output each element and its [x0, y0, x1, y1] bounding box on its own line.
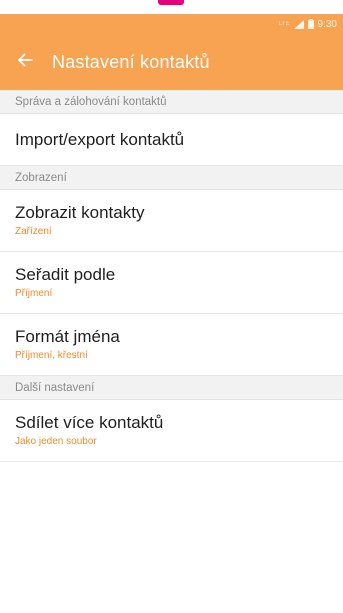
- battery-icon: [307, 19, 314, 29]
- list-item-sort-by[interactable]: Seřadit podle Příjmení: [0, 252, 343, 314]
- list-item-title: Seřadit podle: [15, 265, 116, 284]
- settings-list: Správa a zálohování kontaktů Import/expo…: [0, 90, 343, 462]
- network-type: LTE: [278, 21, 290, 27]
- section-header-display: Zobrazení: [0, 166, 343, 190]
- app-bar: Nastavení kontaktů: [0, 34, 343, 90]
- list-item-name-format[interactable]: Formát jména Příjmení, křestní: [0, 314, 343, 376]
- pink-marker: [158, 0, 184, 5]
- list-item-title: Zobrazit kontakty: [15, 203, 145, 222]
- screen: LTE 9:30 Nastavení kontaktů Správa a zál…: [0, 0, 343, 613]
- back-button[interactable]: [10, 47, 40, 77]
- arrow-left-icon: [17, 53, 33, 72]
- list-item-title: Sdílet více kontaktů: [15, 413, 164, 432]
- section-header-other: Další nastavení: [0, 376, 343, 400]
- signal-icon: [293, 19, 304, 29]
- list-item-title: Formát jména: [15, 327, 120, 346]
- status-bar: LTE 9:30: [0, 14, 343, 34]
- list-item-title: Import/export kontaktů: [15, 130, 185, 149]
- top-strip: [0, 0, 343, 14]
- section-header-management: Správa a zálohování kontaktů: [0, 90, 343, 114]
- list-item-show-contacts[interactable]: Zobrazit kontakty Zařízení: [0, 190, 343, 252]
- list-item-subtitle: Jako jeden soubor: [15, 436, 97, 447]
- clock: 9:30: [317, 18, 337, 30]
- list-item-subtitle: Příjmení: [15, 288, 53, 299]
- page-title: Nastavení kontaktů: [52, 51, 210, 72]
- list-item-subtitle: Zařízení: [15, 226, 52, 237]
- list-item-import-export[interactable]: Import/export kontaktů: [0, 114, 343, 166]
- list-item-share-contacts[interactable]: Sdílet více kontaktů Jako jeden soubor: [0, 400, 343, 462]
- list-item-subtitle: Příjmení, křestní: [15, 350, 88, 361]
